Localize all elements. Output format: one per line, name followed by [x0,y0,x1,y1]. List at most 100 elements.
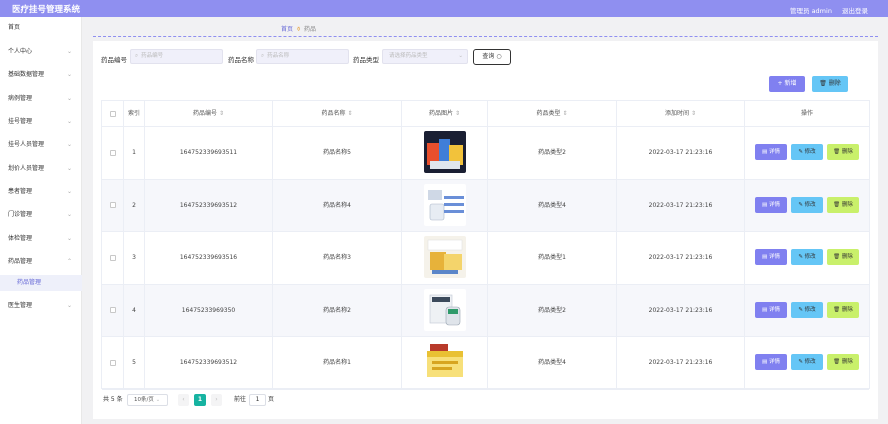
chevron-right-icon: › [215,396,218,403]
sidebar-item-cases[interactable]: 病例管理 ⌄ [0,91,82,107]
cell-code: 164752339693512 [145,179,273,232]
checkbox[interactable] [109,149,116,156]
pagination-total: 共 5 条 [103,396,123,403]
breadcrumb-home[interactable]: 首页 [281,26,293,33]
sidebar-item-label: 首页 [8,24,21,31]
sidebar-item-patients[interactable]: 患者管理 ⌄ [0,184,82,200]
edit-button-label: 修改 [804,149,816,155]
edit-button[interactable]: ✎ 修改 [791,144,823,160]
sidebar-item-home[interactable]: 首页 [0,20,82,36]
sidebar-item-drugs[interactable]: 药品管理 ⌃ [0,254,82,270]
detail-button[interactable]: ▤ 详情 [755,144,787,160]
document-icon: ▤ [762,359,769,365]
sidebar-item-checkup[interactable]: 体检管理 ⌄ [0,231,82,247]
add-button[interactable]: + 新增 [769,76,805,92]
cell-type: 药品类型1 [488,232,617,284]
chevron-down-icon: ⌄ [66,211,72,218]
checkbox[interactable] [109,307,116,313]
cell-code: 16475233969350 [145,284,273,337]
cell-image [402,127,488,179]
cell-code: 164752339693516 [145,232,273,284]
checkbox[interactable] [109,202,116,208]
row-select [102,284,124,337]
next-page-button[interactable]: › [211,394,222,406]
sort-icon: ⇕ [347,110,353,117]
detail-button[interactable]: ▤ 详情 [755,249,787,265]
chevron-down-icon: ⌄ [66,95,72,102]
remove-button[interactable]: 🗑 删除 [827,196,859,213]
sidebar-item-clinic[interactable]: 门诊管理 ⌄ [0,207,82,223]
cell-index: 1 [124,127,145,179]
sidebar-item-registration[interactable]: 挂号管理 ⌄ [0,114,82,130]
chevron-down-icon: ⌄ [66,141,72,148]
chevron-left-icon: ‹ [182,396,185,403]
detail-button[interactable]: ▤ 详情 [755,196,787,213]
header-type-label: 药品类型 [536,110,561,117]
cell-image [402,179,488,232]
header-actions: 操作 [800,110,813,117]
remove-button[interactable]: 🗑 删除 [827,249,859,265]
divider [93,36,878,37]
edit-button[interactable]: ✎ 修改 [791,249,823,265]
sidebar-subitem-drug-management[interactable]: 药品管理 [0,275,82,291]
header-time[interactable]: 添加时间 ⇕ [617,101,745,127]
filter-code-input[interactable]: ⌕ 药品编号 [130,49,223,64]
goto-label: 前往 [234,396,247,403]
cell-index: 5 [124,337,145,389]
sidebar-item-personal[interactable]: 个人中心 ⌄ [0,44,82,60]
sidebar-item-label: 体检管理 [8,235,33,242]
admin-label: 管理员 admin [790,7,832,15]
page-size-select[interactable]: 10条/页 ⌄ [127,394,168,406]
goto-page-input[interactable]: 1 [249,394,266,406]
sort-icon: ⇕ [562,110,568,117]
prev-page-button[interactable]: ‹ [178,394,189,406]
cell-time: 2022-03-17 21:23:16 [617,284,745,337]
edit-button-label: 修改 [804,201,816,208]
checkbox[interactable] [109,110,116,117]
edit-button[interactable]: ✎ 修改 [791,354,823,370]
chevron-down-icon: ⌄ [155,397,161,403]
search-button[interactable]: 查询 ○ [473,49,511,65]
header-name[interactable]: 药品名称 ⇕ [273,101,402,127]
top-bar: 医疗挂号管理系统 管理员 admin 退出登录 [0,0,888,17]
remove-button[interactable]: 🗑 删除 [827,354,859,370]
remove-button[interactable]: 🗑 删除 [827,144,859,160]
filter-type-label: 药品类型 [353,56,379,64]
edit-button[interactable]: ✎ 修改 [791,196,823,213]
table-header: 索引 药品编号 ⇕ 药品名称 ⇕ 药品图片 ⇕ 药品类型 ⇕ 添加时间 ⇕ 操作 [102,101,869,127]
remove-button[interactable]: 🗑 删除 [827,301,859,318]
page-number-1[interactable]: 1 [194,394,206,406]
checkbox[interactable] [109,359,116,366]
cell-type: 药品类型2 [488,284,617,337]
bottle-icon: ⚱ [296,26,302,33]
sidebar-item-pricer[interactable]: 划价人员管理 ⌄ [0,161,82,177]
chevron-down-icon: ⌄ [66,188,72,195]
delete-button[interactable]: 🗑 删除 [812,76,848,92]
edit-button[interactable]: ✎ 修改 [791,301,823,318]
sidebar-item-base-data[interactable]: 基础数据管理 ⌄ [0,67,82,83]
header-type[interactable]: 药品类型 ⇕ [488,101,617,127]
sidebar-item-doctors[interactable]: 医生管理 ⌄ [0,298,82,314]
remove-button-label: 删除 [841,149,853,155]
sidebar-item-label: 医生管理 [8,302,33,309]
remove-button-label: 删除 [841,201,853,208]
document-icon: ▤ [762,254,769,260]
checkbox[interactable] [109,254,116,261]
search-button-label: 查询 [482,53,495,60]
filter-name-input[interactable]: ⌕ 药品名称 [256,49,349,64]
search-icon: ⌕ [135,53,139,59]
detail-button[interactable]: ▤ 详情 [755,301,787,318]
header-code-label: 药品编号 [192,110,217,117]
sidebar-item-registrar[interactable]: 挂号人员管理 ⌄ [0,137,82,153]
header-image[interactable]: 药品图片 ⇕ [402,101,488,127]
edit-button-label: 修改 [804,359,816,365]
header-time-label: 添加时间 [664,110,689,117]
logout-link[interactable]: 退出登录 [842,5,868,15]
header-code[interactable]: 药品编号 ⇕ [145,101,273,127]
detail-button[interactable]: ▤ 详情 [755,354,787,370]
sort-icon: ⇕ [218,110,225,117]
filter-type-select[interactable]: 请选择药品类型 ⌄ [382,49,468,64]
chevron-down-icon: ⌄ [66,71,72,78]
cell-time: 2022-03-17 21:23:16 [617,179,745,232]
chevron-up-icon: ⌃ [66,258,72,265]
